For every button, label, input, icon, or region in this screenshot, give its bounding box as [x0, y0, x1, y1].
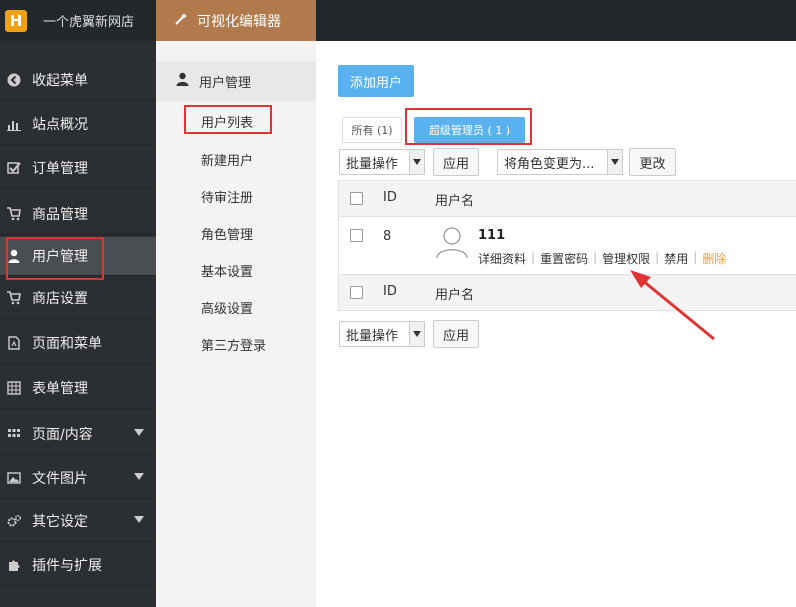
visual-editor-label: 可视化编辑器	[197, 13, 281, 30]
highlight-box-user-list	[184, 105, 272, 134]
sidebar-item-label: 页面/内容	[32, 426, 93, 443]
magic-wand-icon	[174, 12, 188, 30]
sidebar-item-label: 插件与扩展	[32, 557, 102, 574]
annotation-arrow	[630, 270, 715, 341]
user-icon	[176, 72, 189, 90]
logo-icon: H	[5, 9, 27, 32]
sidebar-item-label: 商店设置	[32, 290, 88, 307]
bulk-action-select-bottom[interactable]: 批量操作	[339, 321, 425, 347]
sidebar-item-label: 商品管理	[32, 206, 88, 223]
divider: |	[531, 250, 536, 264]
apply-button[interactable]: 应用	[433, 148, 479, 176]
top-bar: H 一个虎翼新网店 可视化编辑器	[0, 0, 796, 41]
submenu-header[interactable]: 用户管理	[156, 61, 316, 101]
apply-button-bottom[interactable]: 应用	[433, 320, 479, 348]
sidebar-item-store-settings[interactable]: 商店设置	[0, 277, 156, 319]
select-all-checkbox[interactable]	[350, 192, 363, 205]
row-username[interactable]: 111	[478, 228, 505, 243]
change-role-value: 将角色变更为...	[504, 156, 595, 172]
column-username[interactable]: 用户名	[435, 284, 474, 303]
visual-editor-button[interactable]: 可视化编辑器	[156, 0, 316, 41]
highlight-box-users	[6, 237, 104, 280]
sidebar-item-label: 文件图片	[32, 470, 88, 487]
submenu-header-label: 用户管理	[199, 75, 252, 91]
cart-icon	[7, 206, 21, 221]
sidebar-item-label: 订单管理	[32, 160, 88, 177]
change-button[interactable]: 更改	[629, 148, 676, 176]
grid-icon	[7, 427, 21, 441]
image-icon	[7, 471, 21, 485]
puzzle-icon	[7, 558, 21, 572]
submenu-item-advanced-settings[interactable]: 高级设置	[201, 298, 253, 317]
highlight-box-super-admin	[405, 108, 532, 145]
details-link[interactable]: 详细资料	[478, 250, 526, 267]
change-role-select[interactable]: 将角色变更为...	[497, 149, 623, 175]
sidebar-item-label: 页面和菜单	[32, 335, 102, 352]
sidebar-item-label: 收起菜单	[32, 72, 88, 89]
sidebar-item-overview[interactable]: 站点概况	[0, 103, 156, 145]
submenu-item-third-party-login[interactable]: 第三方登录	[201, 335, 266, 354]
tab-all[interactable]: 所有 (1)	[342, 117, 402, 143]
row-checkbox[interactable]	[350, 229, 363, 242]
column-username[interactable]: 用户名	[435, 190, 474, 209]
sidebar-item-collapse[interactable]: 收起菜单	[0, 59, 156, 101]
chevron-down-icon	[409, 322, 424, 346]
table-icon	[7, 380, 21, 395]
select-all-checkbox[interactable]	[350, 286, 363, 299]
submenu-item-basic-settings[interactable]: 基本设置	[201, 261, 253, 280]
bulk-action-select[interactable]: 批量操作	[339, 149, 425, 175]
chevron-down-icon	[409, 150, 424, 174]
submenu-item-new-user[interactable]: 新建用户	[201, 150, 253, 169]
sidebar-item-label: 站点概况	[32, 116, 88, 133]
checkbox-edit-icon	[7, 161, 21, 175]
table-footer: ID 用户名	[339, 274, 796, 310]
main-content: 添加用户 所有 (1) 超级管理员 ( 1 ) 批量操作 应用 将角色变更为..…	[316, 41, 796, 607]
add-user-button[interactable]: 添加用户	[338, 65, 414, 97]
collapse-left-icon	[7, 73, 21, 87]
row-id: 8	[383, 229, 392, 244]
submenu-item-roles[interactable]: 角色管理	[201, 224, 253, 243]
chevron-down-icon	[134, 516, 144, 523]
chevron-down-icon	[134, 429, 144, 436]
users-table: ID 用户名 8 111 详细资料 | 重置密码 | 管理权限 | 禁用 | 删…	[338, 180, 796, 311]
bulk-action-value: 批量操作	[346, 156, 399, 172]
chevron-down-icon	[134, 473, 144, 480]
sidebar-item-products[interactable]: 商品管理	[0, 193, 156, 235]
bulk-action-value: 批量操作	[346, 328, 399, 344]
chevron-down-icon	[607, 150, 622, 174]
site-name[interactable]: 一个虎翼新网店	[43, 11, 134, 30]
gears-icon	[7, 514, 21, 528]
reset-password-link[interactable]: 重置密码	[540, 250, 588, 267]
divider: |	[593, 250, 598, 264]
column-id[interactable]: ID	[383, 190, 397, 205]
sidebar-item-pages-menus[interactable]: 页面和菜单	[0, 322, 156, 364]
logo[interactable]: H 一个虎翼新网店	[0, 0, 156, 41]
avatar	[435, 225, 469, 259]
table-header: ID 用户名	[339, 181, 796, 217]
bar-chart-icon	[7, 117, 21, 131]
sidebar-item-files-images[interactable]: 文件图片	[0, 457, 156, 499]
cart-icon	[7, 290, 21, 305]
sidebar-item-label: 表单管理	[32, 380, 88, 397]
column-id[interactable]: ID	[383, 284, 397, 299]
sidebar-item-pages-content[interactable]: 页面/内容	[0, 413, 156, 455]
sidebar-item-other-settings[interactable]: 其它设定	[0, 500, 156, 542]
submenu-item-pending[interactable]: 待审注册	[201, 187, 253, 206]
sidebar-item-forms[interactable]: 表单管理	[0, 367, 156, 409]
sidebar: 收起菜单 站点概况 订单管理 商品管理 用户管理 商店设置 页面和菜单 表单管理…	[0, 41, 156, 607]
sidebar-item-plugins[interactable]: 插件与扩展	[0, 544, 156, 586]
sidebar-item-orders[interactable]: 订单管理	[0, 147, 156, 189]
page-icon	[7, 335, 21, 350]
sidebar-item-label: 其它设定	[32, 513, 88, 530]
